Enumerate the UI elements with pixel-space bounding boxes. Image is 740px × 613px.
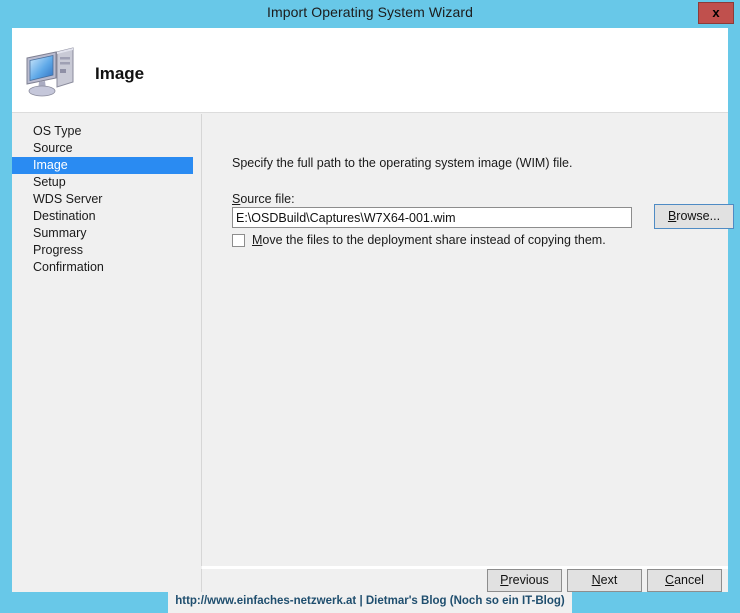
wizard-window: Import Operating System Wizard x: [0, 0, 740, 613]
browse-button-rest: rowse...: [676, 209, 720, 223]
cancel-button[interactable]: Cancel: [647, 569, 722, 592]
sidebar-list: OS Type Source Image Setup WDS Server De…: [12, 123, 201, 276]
dialog-button-bar: Previous Next Cancel: [201, 569, 728, 592]
sidebar-item-setup[interactable]: Setup: [12, 174, 201, 191]
cancel-button-accel: C: [665, 573, 674, 587]
sidebar-item-wds-server[interactable]: WDS Server: [12, 191, 201, 208]
cancel-button-rest: ancel: [674, 573, 704, 587]
move-files-checkbox[interactable]: [232, 234, 245, 247]
wizard-step-sidebar: OS Type Source Image Setup WDS Server De…: [12, 114, 201, 592]
source-file-input[interactable]: [232, 207, 632, 228]
computer-icon: [21, 38, 83, 100]
dialog-body: Image OS Type Source Image Setup WDS Ser…: [12, 28, 728, 592]
content-panel: Specify the full path to the operating s…: [201, 114, 728, 566]
instruction-text: Specify the full path to the operating s…: [232, 156, 572, 170]
sidebar-item-destination[interactable]: Destination: [12, 208, 201, 225]
window-title: Import Operating System Wizard: [0, 4, 740, 20]
next-button-accel: N: [592, 573, 601, 587]
move-files-label: Move the files to the deployment share i…: [252, 233, 606, 247]
previous-button-accel: P: [500, 573, 508, 587]
sidebar-item-summary[interactable]: Summary: [12, 225, 201, 242]
next-button-rest: ext: [601, 573, 618, 587]
page-title: Image: [95, 64, 144, 84]
source-file-label: Source file:: [232, 192, 295, 206]
close-button[interactable]: x: [698, 2, 734, 24]
sidebar-item-image[interactable]: Image: [12, 157, 193, 174]
next-button[interactable]: Next: [567, 569, 642, 592]
sidebar-item-source[interactable]: Source: [12, 140, 201, 157]
sidebar-item-confirmation[interactable]: Confirmation: [12, 259, 201, 276]
sidebar-item-progress[interactable]: Progress: [12, 242, 201, 259]
browse-button[interactable]: Browse...: [654, 204, 734, 229]
dialog-header: Image: [12, 28, 728, 113]
title-bar: Import Operating System Wizard x: [0, 0, 740, 28]
sidebar-item-os-type[interactable]: OS Type: [12, 123, 201, 140]
blog-watermark: http://www.einfaches-netzwerk.at | Dietm…: [168, 592, 572, 613]
move-files-label-rest: ove the files to the deployment share in…: [262, 233, 605, 247]
previous-button-rest: revious: [509, 573, 549, 587]
move-files-label-accel: M: [252, 233, 262, 247]
previous-button[interactable]: Previous: [487, 569, 562, 592]
source-file-label-rest: ource file:: [240, 192, 294, 206]
move-files-checkbox-row[interactable]: Move the files to the deployment share i…: [232, 233, 606, 247]
